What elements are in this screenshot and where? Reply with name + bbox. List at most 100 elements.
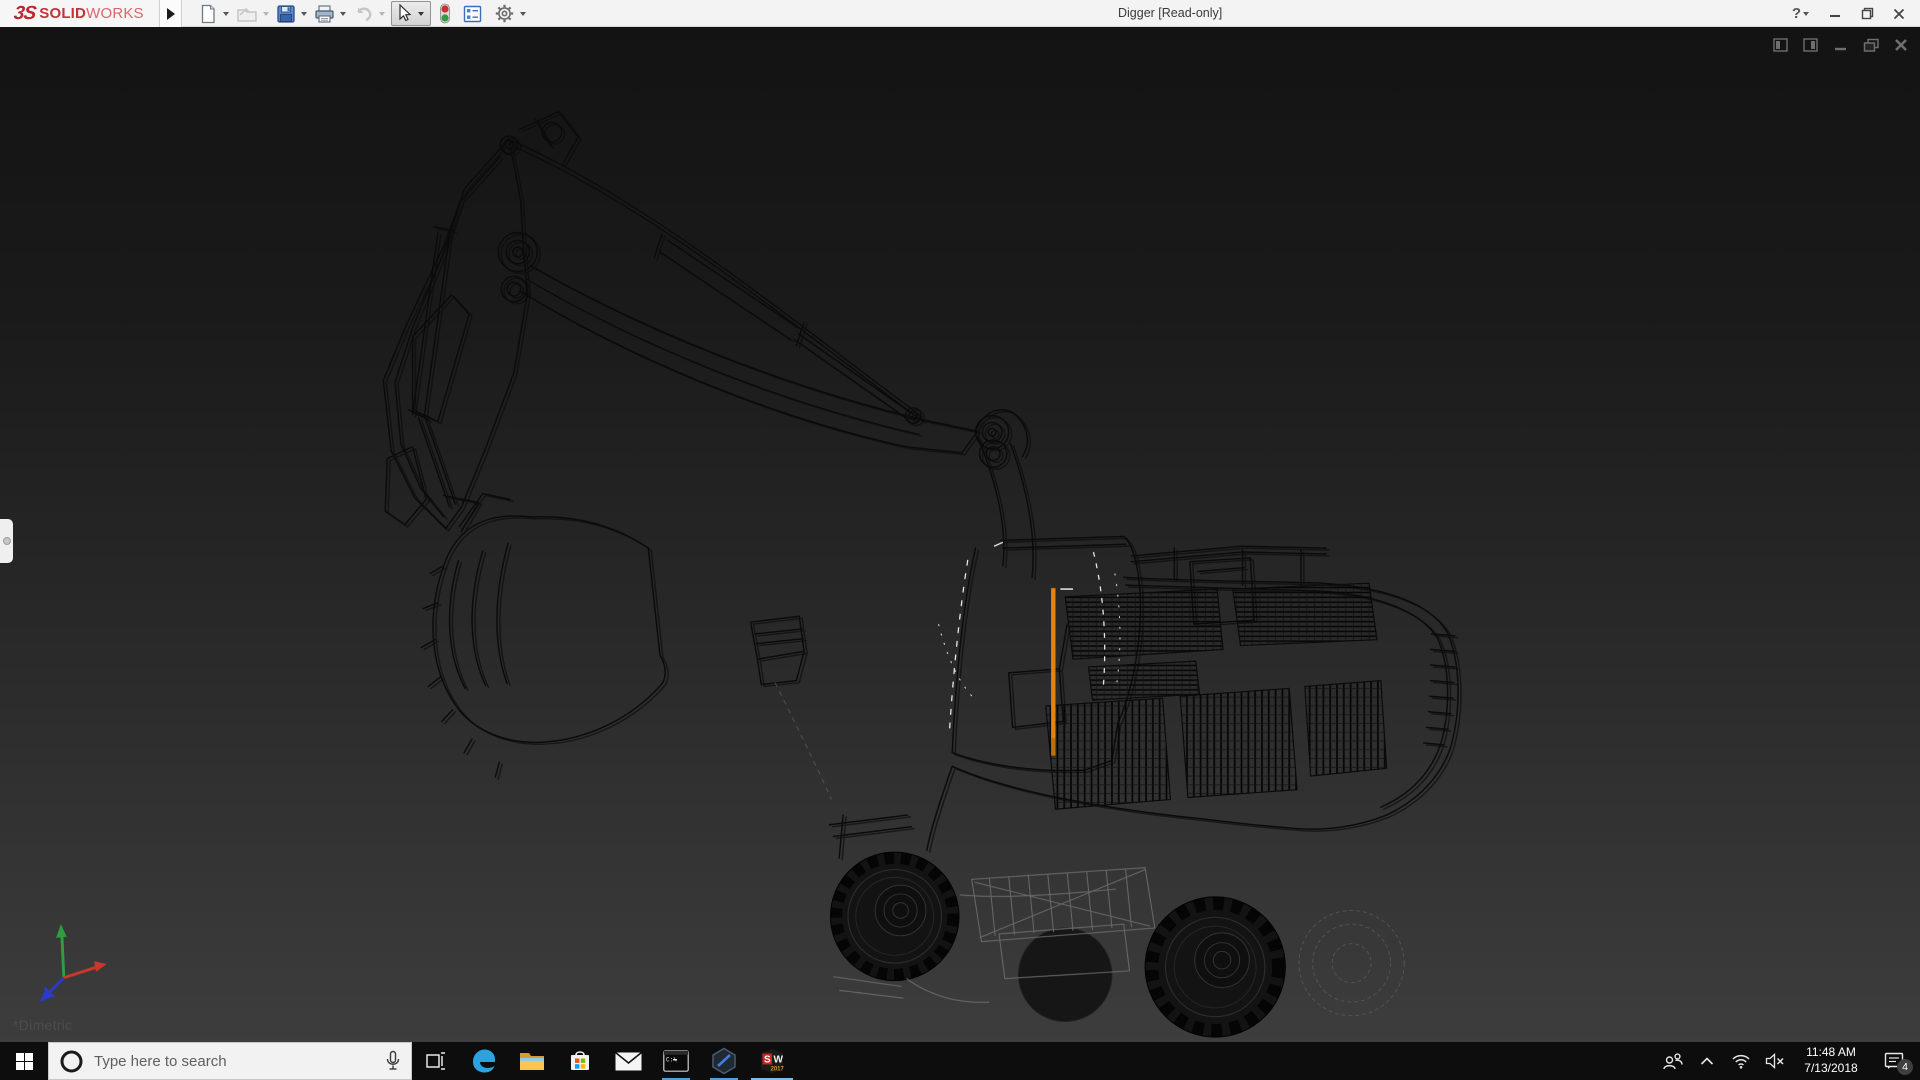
taskbar-clock[interactable]: 11:48 AM 7/13/2018 bbox=[1794, 1045, 1868, 1076]
notification-badge: 4 bbox=[1897, 1059, 1913, 1075]
mail-icon bbox=[615, 1052, 642, 1071]
solidworks-2017-icon: S W 2017 bbox=[758, 1047, 786, 1075]
engine-grids bbox=[1046, 583, 1387, 809]
pane-right-icon[interactable] bbox=[1802, 37, 1820, 53]
action-center-button[interactable]: 4 bbox=[1872, 1042, 1916, 1080]
graphics-viewport[interactable]: *Dimetric bbox=[0, 27, 1920, 1042]
wifi-icon bbox=[1731, 1053, 1751, 1069]
document-title: Digger [Read-only] bbox=[1118, 6, 1222, 20]
flyout-arrow-icon bbox=[167, 8, 175, 20]
document-minimize-icon[interactable] bbox=[1832, 37, 1850, 53]
people-button[interactable] bbox=[1658, 1042, 1688, 1080]
show-hidden-icons-button[interactable] bbox=[1692, 1042, 1722, 1080]
close-icon bbox=[1893, 8, 1905, 20]
selected-edge-highlight[interactable] bbox=[1051, 588, 1055, 756]
brand-solid: SOLID bbox=[39, 5, 86, 22]
file-properties-icon bbox=[462, 4, 483, 24]
select-cursor-icon bbox=[393, 3, 415, 24]
print-icon bbox=[314, 4, 335, 24]
wheels bbox=[830, 852, 1404, 1037]
hexagon-app-icon bbox=[711, 1047, 737, 1075]
volume-button[interactable] bbox=[1760, 1042, 1790, 1080]
close-button[interactable] bbox=[1886, 1, 1912, 26]
open-button[interactable] bbox=[235, 1, 259, 26]
taskbar-app-command-prompt[interactable]: C:\ bbox=[652, 1042, 700, 1080]
restore-icon bbox=[1861, 7, 1874, 20]
digger-wireframe-lines bbox=[383, 112, 1458, 858]
new-dropdown-arrow[interactable] bbox=[223, 12, 229, 16]
volume-muted-icon bbox=[1765, 1053, 1785, 1069]
document-restore-icon[interactable] bbox=[1862, 37, 1880, 53]
taskbar-app-edge[interactable] bbox=[460, 1042, 508, 1080]
search-input[interactable] bbox=[94, 1053, 375, 1070]
new-document-icon bbox=[198, 4, 218, 24]
task-view-icon bbox=[426, 1051, 446, 1071]
microphone-icon[interactable] bbox=[385, 1050, 401, 1072]
print-button[interactable] bbox=[313, 1, 336, 26]
taskbar-app-solidworks[interactable]: S W 2017 bbox=[748, 1042, 796, 1080]
file-properties-button[interactable] bbox=[461, 1, 484, 26]
brand-works: WORKS bbox=[86, 5, 144, 22]
window-controls: ? bbox=[1790, 0, 1912, 27]
rebuild-button[interactable] bbox=[438, 1, 452, 26]
menu-flyout-button[interactable] bbox=[160, 0, 182, 27]
taskbar-search[interactable] bbox=[48, 1042, 412, 1080]
solidworks-logo: 3S SOLIDWORKS bbox=[0, 0, 160, 27]
sw-letter-s: S bbox=[764, 1055, 771, 1066]
hidden-wheel-lines bbox=[1299, 910, 1404, 1015]
help-icon: ? bbox=[1792, 5, 1801, 22]
minimize-icon bbox=[1829, 8, 1841, 20]
taskbar-app-mail[interactable] bbox=[604, 1042, 652, 1080]
open-dropdown-arrow[interactable] bbox=[263, 12, 269, 16]
wireframe-offset-lines bbox=[386, 114, 1461, 860]
undo-icon bbox=[353, 4, 374, 24]
view-orientation-label: *Dimetric bbox=[13, 1017, 72, 1033]
ds-logo-glyph: 3S bbox=[12, 3, 36, 25]
options-dropdown-arrow[interactable] bbox=[520, 12, 526, 16]
select-tool-button[interactable] bbox=[391, 1, 431, 26]
taskbar-app-3d[interactable] bbox=[700, 1042, 748, 1080]
edge-icon bbox=[470, 1047, 498, 1075]
print-dropdown-arrow[interactable] bbox=[340, 12, 346, 16]
start-button[interactable] bbox=[0, 1042, 48, 1080]
save-dropdown-arrow[interactable] bbox=[301, 12, 307, 16]
file-explorer-icon bbox=[519, 1050, 545, 1072]
wireframe-digger-model[interactable] bbox=[0, 27, 1920, 1042]
gear-icon bbox=[494, 3, 515, 24]
select-dropdown-arrow[interactable] bbox=[418, 12, 424, 16]
microsoft-store-icon bbox=[568, 1049, 592, 1073]
document-close-icon[interactable] bbox=[1892, 37, 1910, 53]
save-button[interactable] bbox=[275, 1, 297, 26]
task-view-button[interactable] bbox=[412, 1042, 460, 1080]
chevron-up-icon bbox=[1700, 1057, 1714, 1066]
main-toolbar bbox=[196, 0, 531, 27]
taskbar: C:\ S W 2017 bbox=[0, 1042, 1920, 1080]
panel-tab-handle-icon bbox=[3, 537, 11, 545]
taskbar-app-store[interactable] bbox=[556, 1042, 604, 1080]
rebuild-traffic-light-icon bbox=[439, 3, 451, 24]
orientation-triad bbox=[39, 924, 106, 1002]
document-window-controls bbox=[1772, 37, 1910, 53]
minimize-button[interactable] bbox=[1822, 1, 1848, 26]
pane-left-icon[interactable] bbox=[1772, 37, 1790, 53]
command-prompt-icon: C:\ bbox=[663, 1050, 689, 1072]
options-button[interactable] bbox=[493, 1, 516, 26]
system-tray: 11:48 AM 7/13/2018 4 bbox=[1658, 1042, 1920, 1080]
clock-time: 11:48 AM bbox=[1794, 1045, 1868, 1061]
restore-button[interactable] bbox=[1854, 1, 1880, 26]
cortana-icon bbox=[59, 1049, 84, 1074]
sw-letter-w: W bbox=[774, 1055, 784, 1066]
taskbar-app-file-explorer[interactable] bbox=[508, 1042, 556, 1080]
clock-date: 7/13/2018 bbox=[1794, 1061, 1868, 1077]
undo-button[interactable] bbox=[352, 1, 375, 26]
sw-year: 2017 bbox=[771, 1067, 785, 1073]
feature-panel-collapse-tab[interactable] bbox=[0, 519, 13, 563]
help-button[interactable]: ? bbox=[1790, 1, 1816, 26]
windows-logo-icon bbox=[16, 1053, 33, 1070]
titlebar: 3S SOLIDWORKS bbox=[0, 0, 1920, 27]
network-button[interactable] bbox=[1726, 1042, 1756, 1080]
new-document-button[interactable] bbox=[197, 1, 219, 26]
people-icon bbox=[1662, 1052, 1684, 1070]
save-floppy-icon bbox=[276, 4, 296, 24]
undo-dropdown-arrow[interactable] bbox=[379, 12, 385, 16]
